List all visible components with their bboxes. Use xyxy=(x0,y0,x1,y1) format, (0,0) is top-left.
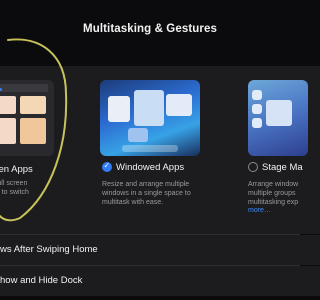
stage-manager-preview[interactable] xyxy=(248,80,308,156)
preview-window xyxy=(252,104,262,114)
option-label: reen Apps xyxy=(0,164,33,175)
multitasking-options-panel: reen Apps s full screen me to switch Win… xyxy=(0,66,320,234)
full-screen-apps-preview[interactable] xyxy=(0,80,54,156)
windowed-apps-radio[interactable] xyxy=(102,161,112,172)
preview-tile xyxy=(20,118,46,144)
preview-window xyxy=(128,128,148,142)
preview-window xyxy=(108,96,130,122)
option-description: s full screen me to switch xyxy=(0,180,29,196)
preview-window xyxy=(252,90,262,100)
row-label: ws After Swiping Home xyxy=(0,244,98,255)
preview-dock xyxy=(122,145,178,152)
header: Multitasking & Gestures xyxy=(0,0,300,64)
preview-tile xyxy=(20,96,46,114)
preview-tile xyxy=(0,96,16,114)
row-label: how and Hide Dock xyxy=(0,275,83,286)
preview-window xyxy=(266,100,292,126)
windowed-apps-preview[interactable] xyxy=(100,80,200,156)
preview-topbar xyxy=(0,84,48,92)
preview-window xyxy=(252,118,262,128)
preview-window xyxy=(134,90,164,126)
preview-window xyxy=(166,94,192,116)
settings-row-swipe-home[interactable]: ws After Swiping Home xyxy=(0,235,320,265)
stage-manager-radio[interactable] xyxy=(248,162,258,172)
page-title: Multitasking & Gestures xyxy=(83,23,217,35)
option-description: Arrange window multiple groups multitask… xyxy=(248,181,299,206)
option-label: Stage Ma xyxy=(262,162,303,173)
settings-row-show-hide-dock[interactable]: how and Hide Dock xyxy=(0,266,320,296)
option-description: Resize and arrange multiple windows in a… xyxy=(102,181,191,206)
option-label: Windowed Apps xyxy=(116,162,185,173)
preview-tile xyxy=(0,118,16,144)
stage-manager-more-link[interactable]: more… xyxy=(248,207,271,214)
